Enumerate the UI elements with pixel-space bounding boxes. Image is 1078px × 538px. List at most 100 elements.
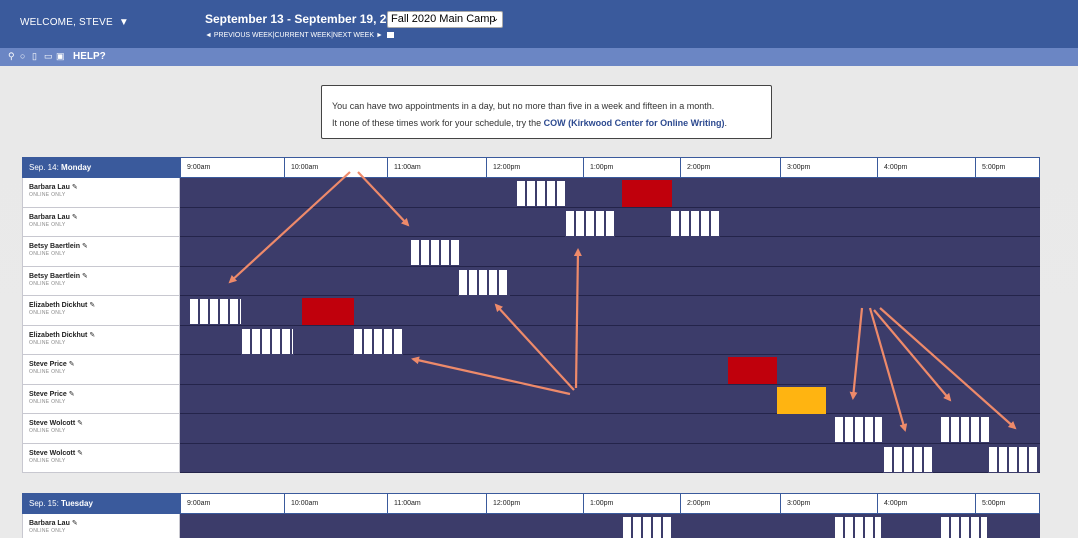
tutor-mode: ONLINE ONLY — [29, 310, 66, 316]
tutor-row: Elizabeth Dickhut ✎ ONLINE ONLY — [22, 296, 1040, 326]
calendar-icon[interactable] — [386, 32, 394, 39]
time-grid — [180, 355, 1040, 385]
tutor-cell: Barbara Lau ✎ ONLINE ONLY — [22, 207, 180, 237]
term-select[interactable]: Fall 2020 Main Camp ⌄ — [387, 11, 503, 28]
open-slot[interactable] — [458, 268, 510, 296]
time-header: 4:00pm — [877, 494, 975, 513]
tutor-mode: ONLINE ONLY — [29, 280, 66, 287]
time-header: 12:00pm — [486, 158, 583, 177]
tutor-mode: ONLINE ONLY — [29, 192, 66, 198]
open-slot[interactable] — [670, 209, 720, 237]
open-slot[interactable] — [883, 445, 933, 473]
term-selected-value: Fall 2020 Main Camp — [391, 13, 496, 25]
welcome-label: WELCOME, STEVE — [20, 17, 113, 28]
pencil-icon: ✎ — [68, 361, 75, 368]
time-header: 11:00am — [387, 158, 486, 177]
tutor-name[interactable]: Steve Price — [29, 391, 67, 398]
next-week-link[interactable]: NEXT WEEK ► — [333, 32, 383, 39]
tutor-cell: Steve Price ✎ ONLINE ONLY — [22, 384, 180, 414]
tutor-row: Steve Price ✎ ONLINE ONLY — [22, 384, 1040, 414]
tutor-mode: ONLINE ONLY — [29, 221, 66, 228]
time-header: 5:00pm — [975, 494, 1039, 513]
time-header: 10:00am — [284, 158, 387, 177]
tutor-name[interactable]: Steve Wolcott — [29, 420, 75, 427]
tutor-mode: ONLINE ONLY — [29, 457, 66, 464]
pencil-icon: ✎ — [71, 184, 78, 191]
open-slot[interactable] — [189, 298, 242, 325]
tutor-name[interactable]: Elizabeth Dickhut — [29, 302, 87, 309]
caret-down-icon: ▼ — [118, 17, 129, 28]
open-slot[interactable] — [353, 327, 403, 355]
tutor-mode: ONLINE ONLY — [29, 339, 66, 346]
open-slot[interactable] — [940, 516, 988, 538]
tutor-cell: Barbara Lau ✎ ONLINE ONLY — [22, 178, 180, 208]
booked-appointment[interactable] — [728, 357, 777, 384]
comment-icon[interactable]: ○ — [20, 51, 25, 61]
tutor-name[interactable]: Elizabeth Dickhut — [29, 332, 87, 339]
open-slot[interactable] — [565, 209, 615, 237]
tutor-row: Steve Wolcott ✎ ONLINE ONLY — [22, 443, 1040, 473]
open-slot[interactable] — [834, 516, 882, 538]
time-grid — [180, 443, 1040, 473]
tutor-mode: ONLINE ONLY — [29, 251, 66, 257]
tutor-name[interactable]: Barbara Lau — [29, 184, 70, 191]
pencil-icon: ✎ — [81, 243, 88, 250]
booked-appointment[interactable] — [622, 180, 672, 207]
time-header: 3:00pm — [780, 158, 877, 177]
time-header: 2:00pm — [680, 158, 780, 177]
tutor-name[interactable]: Barbara Lau — [29, 520, 70, 527]
search-icon[interactable]: ⚲ — [8, 51, 15, 62]
day-header: Sep. 14: Monday 9:00am 10:00am 11:00am 1… — [22, 157, 1040, 178]
day-date: Sep. 14: — [29, 163, 62, 172]
notice-text-end: . — [724, 118, 727, 128]
help-link[interactable]: HELP? — [73, 51, 106, 62]
time-grid — [180, 325, 1040, 355]
current-week-link[interactable]: CURRENT WEEK — [274, 32, 331, 39]
tutor-row: Barbara Lau ✎ ONLINE ONLY — [22, 207, 1040, 237]
tutor-mode: ONLINE ONLY — [29, 369, 66, 375]
tutor-name[interactable]: Betsy Baertlein — [29, 273, 80, 280]
pending-appointment[interactable] — [777, 386, 826, 414]
pencil-icon: ✎ — [71, 520, 78, 527]
time-header: 2:00pm — [680, 494, 780, 513]
open-slot[interactable] — [622, 516, 672, 538]
welcome-menu[interactable]: WELCOME, STEVE ▼ — [20, 17, 129, 28]
id-card-icon[interactable]: ▣ — [56, 51, 65, 62]
pencil-icon: ✎ — [77, 449, 84, 457]
tutor-cell: Steve Price ✎ ONLINE ONLY — [22, 355, 180, 385]
tutor-name[interactable]: Steve Wolcott — [29, 450, 75, 457]
open-slot[interactable] — [241, 327, 294, 355]
document-icon[interactable]: ▯ — [32, 51, 37, 62]
cow-link[interactable]: COW (Kirkwood Center for Online Writing) — [544, 118, 725, 128]
booked-appointment[interactable] — [302, 298, 354, 325]
open-slot[interactable] — [940, 416, 990, 443]
time-header: 4:00pm — [877, 158, 975, 177]
chevron-down-icon: ⌄ — [491, 13, 499, 23]
open-slot[interactable] — [410, 239, 460, 266]
day-header: Sep. 15: Tuesday 9:00am 10:00am 11:00am … — [22, 493, 1040, 514]
open-slot[interactable] — [834, 416, 883, 443]
pencil-icon: ✎ — [81, 272, 88, 280]
tutor-mode: ONLINE ONLY — [29, 428, 66, 434]
tutor-name[interactable]: Betsy Baertlein — [29, 243, 80, 250]
calendar-icon[interactable]: ▭ — [44, 51, 53, 62]
notice-text: It none of these times work for your sch… — [332, 118, 544, 128]
tutor-cell: Betsy Baertlein ✎ ONLINE ONLY — [22, 237, 180, 267]
time-grid — [180, 414, 1040, 444]
tutor-name[interactable]: Steve Price — [29, 361, 67, 368]
tutor-name[interactable]: Barbara Lau — [29, 214, 70, 221]
day-label: Sep. 15: Tuesday — [23, 494, 181, 513]
tutor-cell: Steve Wolcott ✎ ONLINE ONLY — [22, 414, 180, 444]
previous-week-link[interactable]: ◄ PREVIOUS WEEK — [205, 32, 273, 39]
open-slot[interactable] — [516, 180, 566, 207]
tutor-cell: Elizabeth Dickhut ✎ ONLINE ONLY — [22, 296, 180, 326]
notice-line-1: You can have two appointments in a day, … — [332, 101, 715, 111]
tutor-row: Elizabeth Dickhut ✎ ONLINE ONLY — [22, 325, 1040, 355]
time-header: 3:00pm — [780, 494, 877, 513]
tutor-row: Betsy Baertlein ✎ ONLINE ONLY — [22, 237, 1040, 267]
open-slot[interactable] — [988, 445, 1038, 473]
tutor-row: Steve Wolcott ✎ ONLINE ONLY — [22, 414, 1040, 444]
time-header: 11:00am — [387, 494, 486, 513]
pencil-icon: ✎ — [71, 213, 78, 221]
pencil-icon: ✎ — [89, 302, 96, 309]
